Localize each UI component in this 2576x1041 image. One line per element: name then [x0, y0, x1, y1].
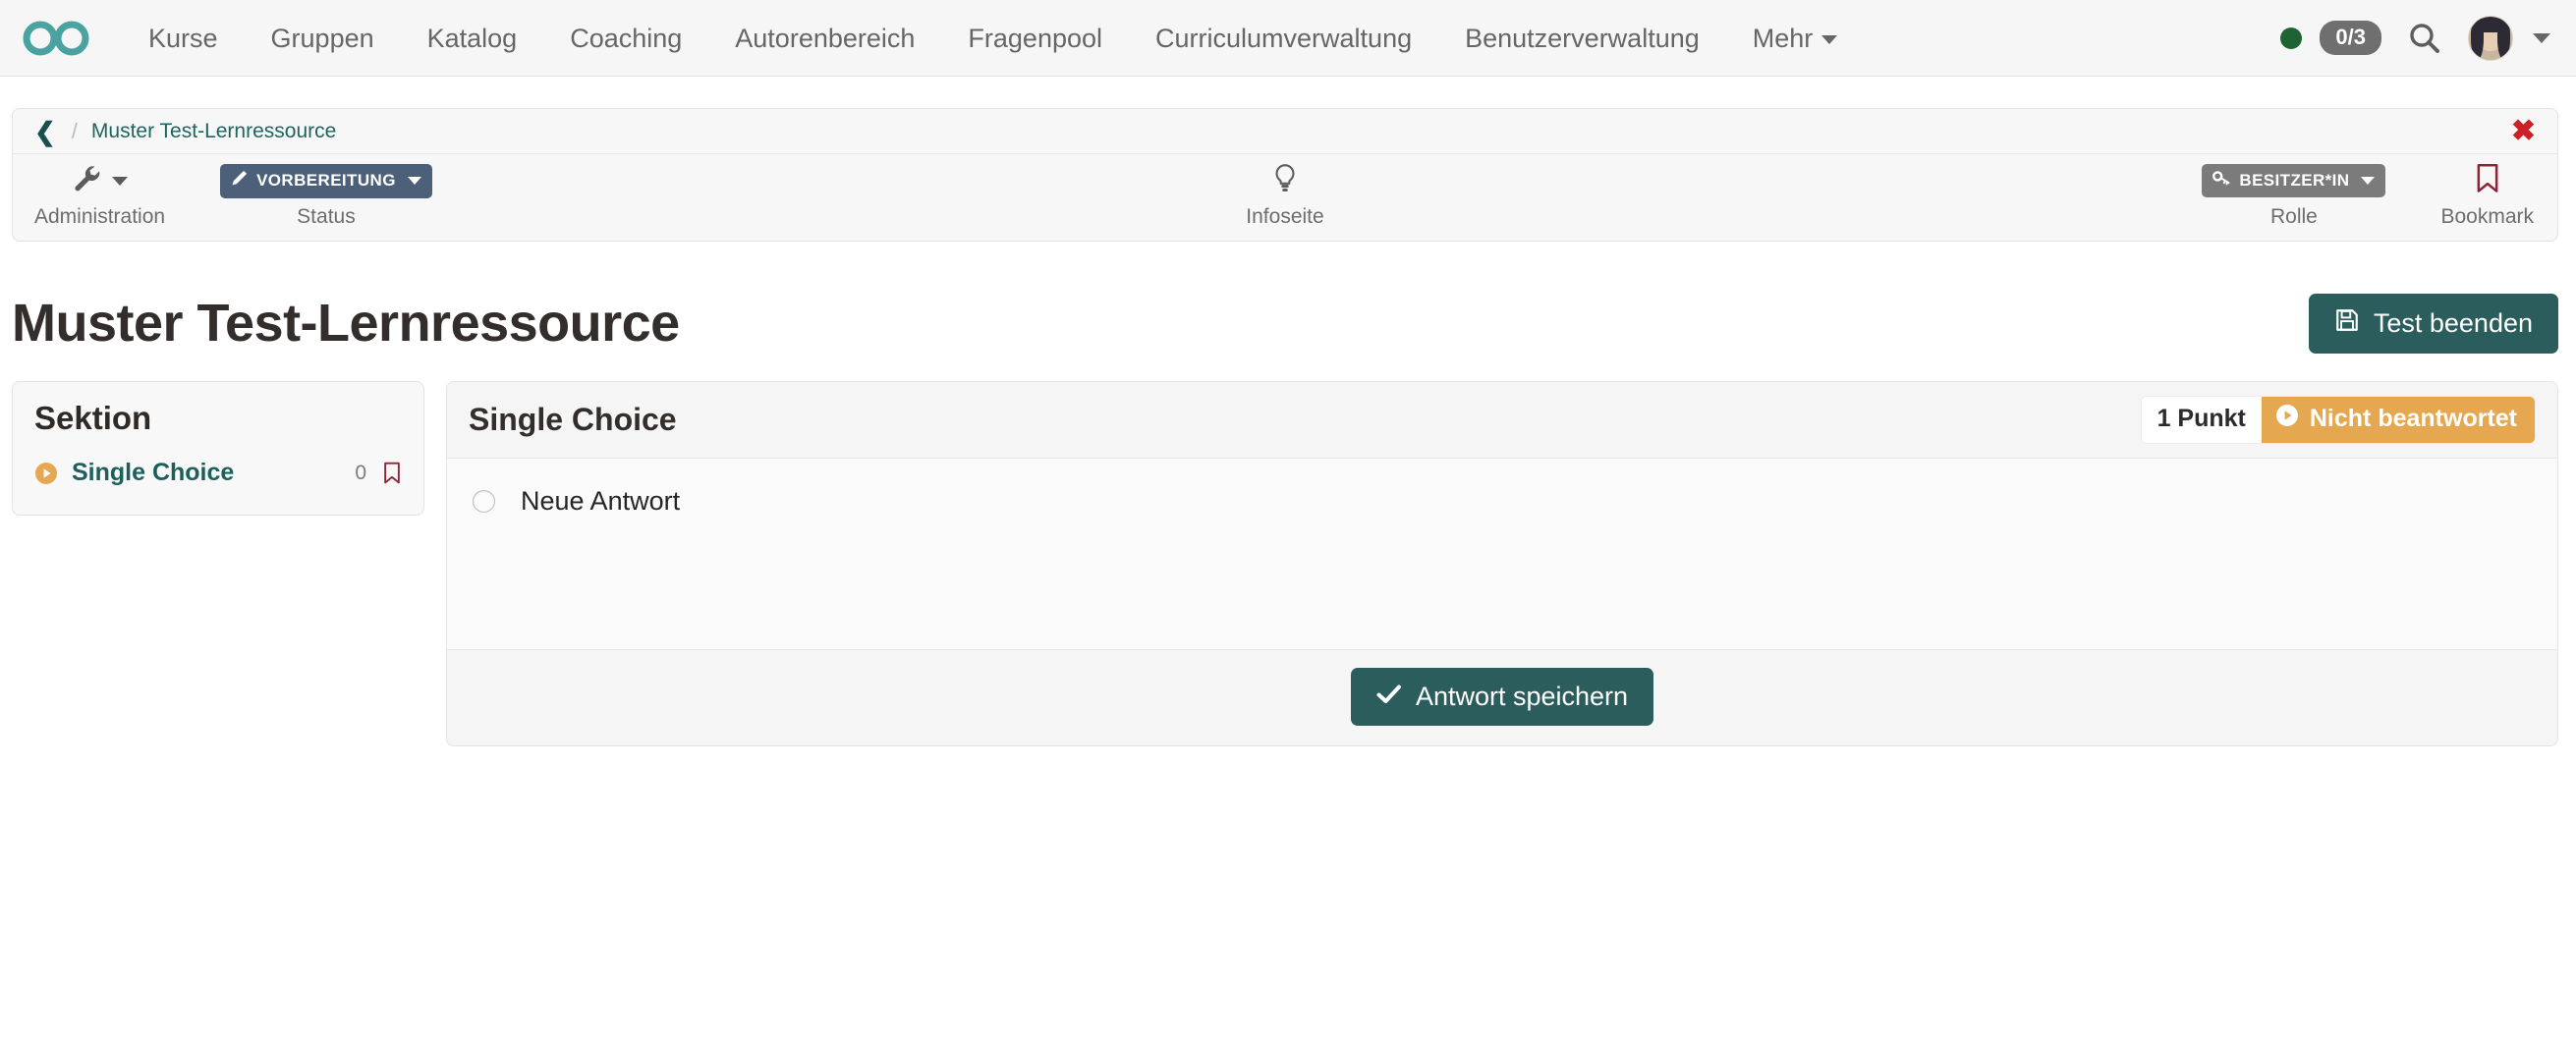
breadcrumb-item-resource[interactable]: Muster Test-Lernressource: [91, 120, 336, 143]
toolbar-actions: Administration VORBEREITUNG Status Infos…: [13, 154, 2557, 241]
rolle-pill-row: BESITZER*IN: [2202, 164, 2386, 197]
check-icon: [1376, 682, 1402, 712]
app-root: Kurse Gruppen Katalog Coaching Autorenbe…: [0, 0, 2576, 1041]
resource-toolbar-panel: ❮ / Muster Test-Lernressource ✖ Administ…: [12, 108, 2558, 242]
key-icon: [2212, 170, 2230, 191]
question-footer: Antwort speichern: [447, 649, 2557, 745]
chevron-down-icon: [111, 176, 128, 186]
sidebar-item-label: Single Choice: [72, 459, 235, 486]
brand-logo[interactable]: [22, 18, 92, 59]
breadcrumb: ❮ / Muster Test-Lernressource ✖: [13, 109, 2557, 154]
nav-coaching[interactable]: Coaching: [543, 0, 708, 77]
breadcrumb-separator: /: [71, 118, 78, 143]
question-panel: Single Choice 1 Punkt Nicht beantwortet: [446, 381, 2558, 746]
question-title: Single Choice: [469, 402, 677, 437]
nav-items: Kurse Gruppen Katalog Coaching Autorenbe…: [122, 0, 1864, 77]
role-badge[interactable]: BESITZER*IN: [2202, 164, 2386, 197]
chevron-down-icon: [2361, 176, 2376, 185]
page-header: Muster Test-Lernressource Test beenden: [12, 293, 2558, 354]
toolbar-item-infoseite[interactable]: Infoseite: [1246, 154, 1324, 229]
nav-benutzerverwaltung[interactable]: Benutzerverwaltung: [1438, 0, 1726, 77]
end-test-button-label: Test beenden: [2373, 307, 2533, 338]
task-count-badge[interactable]: 0/3: [2320, 21, 2381, 55]
question-header: Single Choice 1 Punkt Nicht beantwortet: [447, 382, 2557, 459]
online-status-dot: [2280, 27, 2303, 49]
nav-gruppen[interactable]: Gruppen: [245, 0, 401, 77]
sidebar-title: Sektion: [34, 400, 152, 436]
answer-option-label: Neue Antwort: [521, 486, 681, 516]
answer-radio-input[interactable]: [473, 490, 495, 513]
infinity-logo-icon: [22, 18, 92, 59]
toolbar-item-bookmark[interactable]: Bookmark: [2440, 154, 2534, 229]
toolbar-item-administration[interactable]: Administration: [34, 154, 165, 229]
save-answer-button-label: Antwort speichern: [1415, 682, 1629, 711]
avatar-hair-left: [2471, 18, 2484, 60]
save-icon: [2334, 307, 2360, 340]
user-menu-chevron-down-icon[interactable]: [2533, 32, 2550, 43]
points-badge: 1 Punkt: [2141, 397, 2262, 443]
breadcrumb-back-chevron-left-icon[interactable]: ❮: [34, 119, 56, 144]
page-title: Muster Test-Lernressource: [12, 293, 680, 353]
wrench-icon: [73, 164, 104, 198]
chevron-down-icon: [1821, 34, 1838, 44]
bookmark-icon-row: [2475, 163, 2500, 199]
role-badge-label: BESITZER*IN: [2239, 170, 2350, 190]
avatar[interactable]: [2468, 15, 2513, 61]
main-content: Sektion Single Choice 0 Single Choice 1 …: [12, 381, 2558, 746]
sidebar-item-single-choice[interactable]: Single Choice 0: [34, 457, 402, 489]
nav-mehr[interactable]: Mehr: [1726, 0, 1865, 77]
lightbulb-icon: [1272, 163, 1298, 199]
question-badges: 1 Punkt Nicht beantwortet: [2140, 396, 2536, 444]
nav-kurse[interactable]: Kurse: [122, 0, 245, 77]
status-badge: Nicht beantwortet: [2261, 397, 2535, 443]
nav-autorenbereich[interactable]: Autorenbereich: [708, 0, 941, 77]
section-sidebar: Sektion Single Choice 0: [12, 381, 424, 516]
save-answer-button[interactable]: Antwort speichern: [1350, 668, 1654, 726]
close-icon[interactable]: ✖: [2511, 116, 2536, 146]
status-pill-row: VORBEREITUNG: [220, 163, 432, 198]
search-icon[interactable]: [2407, 21, 2442, 56]
nav-fragenpool[interactable]: Fragenpool: [941, 0, 1129, 77]
navbar-right: 0/3: [2280, 15, 2550, 61]
toolbar-label-administration: Administration: [34, 205, 166, 228]
administration-icon-row: [73, 164, 128, 197]
status-badge-label: VORBEREITUNG: [256, 170, 396, 190]
play-circle-icon: [2275, 404, 2299, 434]
sidebar-item-count: 0: [355, 461, 366, 484]
avatar-hair-right: [2497, 18, 2510, 60]
toolbar-label-rolle: Rolle: [2270, 205, 2318, 228]
toolbar-label-bookmark: Bookmark: [2440, 205, 2534, 228]
top-navbar: Kurse Gruppen Katalog Coaching Autorenbe…: [0, 0, 2576, 77]
end-test-button[interactable]: Test beenden: [2308, 293, 2558, 354]
toolbar-label-status: Status: [297, 205, 356, 228]
nav-mehr-label: Mehr: [1752, 23, 1814, 53]
nav-katalog[interactable]: Katalog: [401, 0, 544, 77]
toolbar-label-infoseite: Infoseite: [1246, 205, 1324, 228]
chevron-down-icon: [407, 176, 421, 185]
toolbar-item-rolle[interactable]: BESITZER*IN Rolle: [2202, 154, 2386, 229]
status-badge-label: Nicht beantwortet: [2309, 405, 2517, 432]
play-circle-icon: [34, 462, 58, 485]
infoseite-icon-row: [1272, 163, 1298, 199]
bookmark-icon[interactable]: [382, 462, 402, 485]
pencil-icon: [231, 170, 248, 192]
answer-option-row[interactable]: Neue Antwort: [473, 486, 2536, 517]
nav-curriculumverwaltung[interactable]: Curriculumverwaltung: [1129, 0, 1438, 77]
bookmark-icon: [2475, 163, 2500, 199]
status-badge[interactable]: VORBEREITUNG: [220, 163, 432, 198]
question-body: Neue Antwort: [447, 459, 2557, 631]
toolbar-item-status[interactable]: VORBEREITUNG Status: [220, 154, 432, 229]
